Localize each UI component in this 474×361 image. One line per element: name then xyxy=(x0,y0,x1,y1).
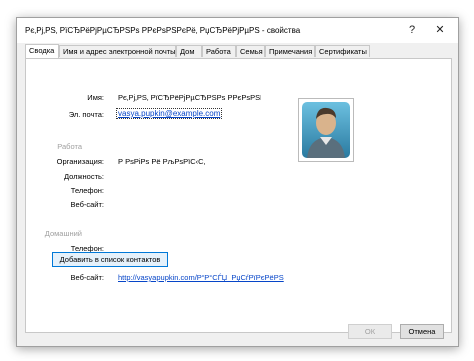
tab-work[interactable]: Работа xyxy=(202,45,236,57)
close-button[interactable]: ✕ xyxy=(429,21,451,39)
name-label: Имя: xyxy=(87,93,104,102)
summary-panel: Имя: Рє‚Рј‚РЅ‚ РїСЂРёРјРµСЂРЅРѕ РРєРѕРЅР… xyxy=(25,58,452,333)
work-section-header: Работа xyxy=(57,142,82,151)
tab-family[interactable]: Семья xyxy=(236,45,265,57)
work-phone-label: Телефон: xyxy=(70,186,104,195)
home-website-link[interactable]: http://vasyapupkin.com/Р“Р°СЃЏ_РџСѓРїРєР… xyxy=(118,273,284,282)
help-button[interactable]: ? xyxy=(401,21,423,39)
email-focus-box: vasya.pupkin@example.com xyxy=(116,108,223,119)
email-label: Эл. почта: xyxy=(68,110,104,119)
tab-certificates[interactable]: Сертификаты xyxy=(315,45,370,57)
home-section-header: Домашний xyxy=(44,229,82,238)
name-value: Рє‚Рј‚РЅ‚ РїСЂРёРјРµСЂРЅРѕ РРєРѕРЅРєРё‚ … xyxy=(118,93,261,102)
tab-home[interactable]: Дом xyxy=(176,45,202,57)
tab-summary[interactable]: Сводка xyxy=(25,44,59,58)
home-website-label: Веб-сайт: xyxy=(70,273,104,282)
window-title: Рє‚Рј‚РЅ‚ РїСЂРёРјРµСЂРЅРѕ РРєРѕРЅРєРё‚ … xyxy=(25,26,301,35)
contact-properties-dialog: Рє‚Рј‚РЅ‚ РїСЂРёРјРµСЂРЅРѕ РРєРѕРЅРєРё‚ … xyxy=(16,17,459,347)
cancel-button[interactable]: Отмена xyxy=(400,324,444,339)
contact-silhouette-icon xyxy=(302,102,350,158)
position-label: Должность: xyxy=(63,172,104,181)
email-link[interactable]: vasya.pupkin@example.com xyxy=(118,109,220,118)
tab-notes[interactable]: Примечания xyxy=(265,45,315,57)
contact-photo xyxy=(298,98,354,162)
organization-label: Организация: xyxy=(56,157,104,166)
work-website-label: Веб-сайт: xyxy=(70,200,104,209)
title-bar: Рє‚Рј‚РЅ‚ РїСЂРёРјРµСЂРЅРѕ РРєРѕРЅРєРё‚ … xyxy=(17,18,458,43)
tab-name-email[interactable]: Имя и адрес электронной почты xyxy=(59,45,176,57)
organization-value: Р РѕРіРѕ Рё РљРѕРїС‹С‚ xyxy=(118,157,206,166)
ok-button[interactable]: ОК xyxy=(348,324,392,339)
add-to-contacts-button[interactable]: Добавить в список контактов xyxy=(52,252,168,267)
